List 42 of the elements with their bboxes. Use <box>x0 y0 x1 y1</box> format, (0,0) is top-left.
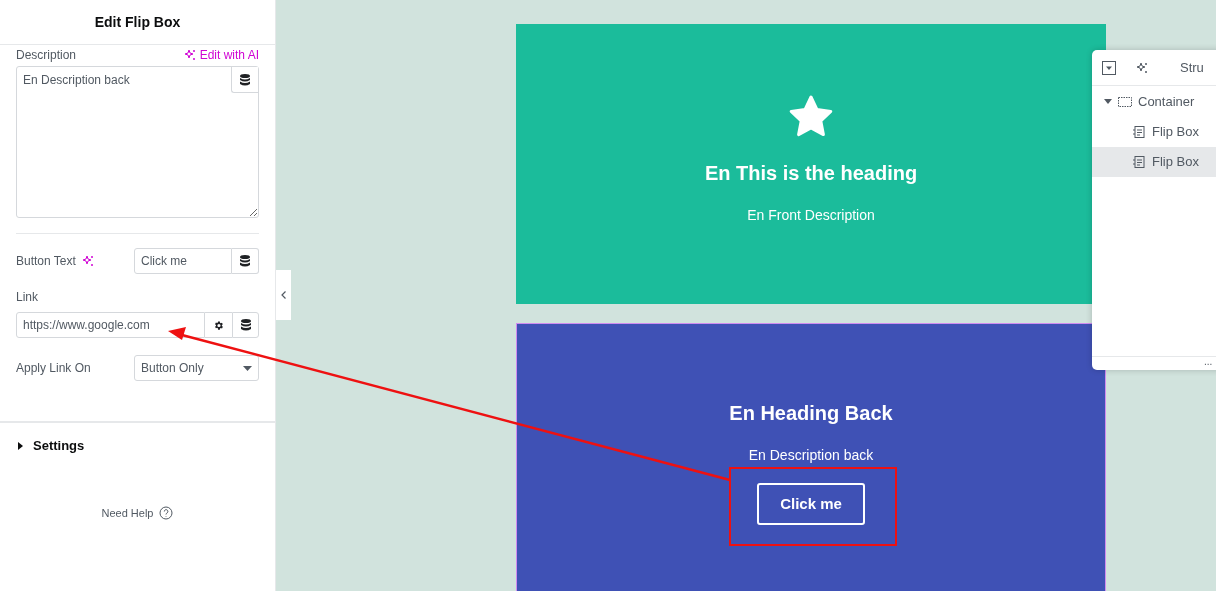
database-icon <box>240 73 250 86</box>
settings-icon <box>213 319 224 331</box>
dropdown-toggle-icon[interactable] <box>1102 60 1116 75</box>
panel-title: Edit Flip Box <box>94 12 181 32</box>
link-options-button[interactable] <box>205 312 232 338</box>
chevron-left-icon <box>281 291 286 299</box>
sparkle-icon <box>1136 61 1148 74</box>
description-field[interactable]: En Description back <box>17 67 258 217</box>
link-field[interactable]: https://www.google.com <box>16 312 205 338</box>
apply-link-select[interactable]: Button Only <box>134 355 259 381</box>
caret-icon <box>18 442 23 450</box>
edit-with-ai-link[interactable]: Edit with AI <box>183 46 259 64</box>
front-heading: En This is the heading <box>704 161 918 186</box>
dynamic-tags-button[interactable] <box>231 67 258 93</box>
sparkle-icon <box>183 49 196 61</box>
sparkle-icon <box>81 255 94 267</box>
tree-item[interactable]: Flip Box <box>1092 147 1216 177</box>
section-toggle[interactable]: Settings <box>0 423 275 469</box>
caret-icon[interactable] <box>1104 99 1112 105</box>
structure-title: Stru <box>1180 58 1204 77</box>
more-options[interactable]: ... <box>1204 356 1213 367</box>
field-label: Apply Link On <box>16 360 91 377</box>
container-icon <box>1118 97 1132 107</box>
flip-box-button[interactable]: Click me <box>757 483 865 525</box>
widget-icon <box>1132 125 1146 139</box>
widget-icon <box>1132 155 1146 169</box>
caret-icon <box>243 365 252 371</box>
front-description: En Front Description <box>747 206 875 225</box>
help-link[interactable]: Need Help <box>101 505 154 522</box>
field-label: Link <box>16 289 39 306</box>
dynamic-tags-button[interactable] <box>232 312 259 338</box>
tree-item[interactable]: Container <box>1092 87 1216 117</box>
field-label: Description <box>16 47 77 64</box>
button-text-field[interactable]: Click me <box>134 248 232 274</box>
back-description: En Description back <box>748 446 874 465</box>
database-icon <box>240 255 250 267</box>
field-label: Button Text <box>16 253 76 270</box>
help-icon[interactable] <box>159 506 174 521</box>
database-icon <box>240 319 251 331</box>
dynamic-tags-button[interactable] <box>232 248 259 274</box>
tree-item[interactable]: Flip Box <box>1092 117 1216 147</box>
back-heading: En Heading Back <box>729 401 893 426</box>
